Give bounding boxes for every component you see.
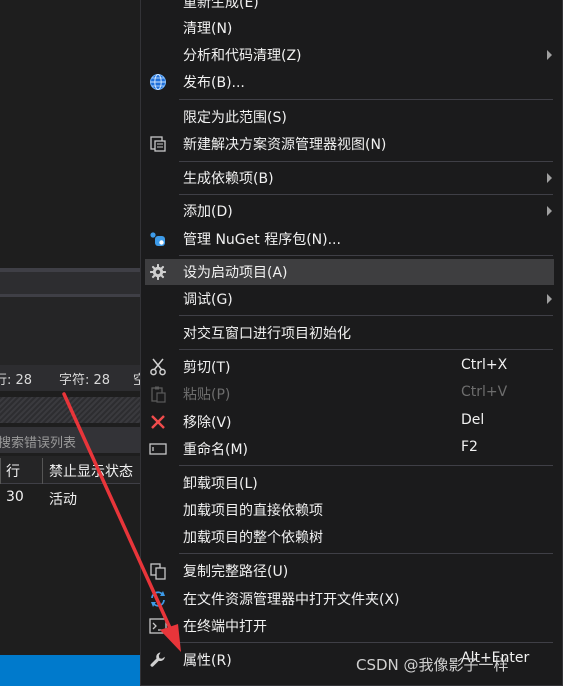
menu-item-label: 生成依赖项(B): [183, 171, 274, 187]
submenu-arrow-icon: [547, 294, 552, 304]
shortcut-label: Del: [461, 412, 485, 428]
status-extra: 空: [133, 373, 140, 388]
menu-item-open-in-explorer[interactable]: 在文件资源管理器中打开文件夹(X): [145, 586, 554, 612]
menu-item-label: 卸载项目(L): [183, 476, 258, 492]
menu-item-label: 管理 NuGet 程序包(N)...: [183, 232, 341, 248]
column-divider[interactable]: [0, 458, 1, 484]
cell-line: 30: [6, 489, 24, 505]
error-list-search-input[interactable]: 搜索错误列表: [0, 427, 140, 453]
column-header-line[interactable]: 行: [6, 461, 20, 481]
shortcut-label: Ctrl+V: [461, 384, 508, 400]
menu-item-label: 重新生成(E): [183, 0, 259, 11]
column-header-suppression[interactable]: 禁止显示状态: [49, 461, 133, 481]
menu-item-remove[interactable]: 移除(V) Del: [145, 409, 554, 435]
shortcut-label: Ctrl+X: [461, 357, 508, 373]
menu-item-label: 移除(V): [183, 415, 232, 431]
menu-separator: [179, 255, 553, 256]
refresh-arrows-icon: [151, 591, 165, 607]
menu-item-debug[interactable]: 调试(G): [145, 286, 554, 312]
menu-item-add[interactable]: 添加(D): [145, 198, 554, 224]
menu-item-label: 调试(G): [183, 292, 233, 308]
menu-item-label: 在文件资源管理器中打开文件夹(X): [183, 592, 400, 608]
menu-item-scope[interactable]: 限定为此范围(S): [145, 104, 554, 130]
menu-item-clean[interactable]: 清理(N): [145, 15, 554, 41]
context-menu: 重新生成(E) 清理(N) 分析和代码清理(Z) 发布(B)... 限定为此范围…: [140, 0, 563, 686]
menu-separator: [179, 161, 553, 162]
globe-icon: [150, 74, 166, 90]
csdn-watermark: CSDN @我像影子一样: [356, 656, 509, 674]
menu-item-set-startup-project[interactable]: 设为启动项目(A): [145, 259, 554, 285]
menu-item-label: 在终端中打开: [183, 619, 267, 635]
menu-item-rename[interactable]: 重命名(M) F2: [145, 436, 554, 462]
menu-item-label: 清理(N): [183, 21, 233, 37]
nuget-icon: [150, 232, 165, 246]
menu-item-label: 剪切(T): [183, 360, 231, 376]
editor-status-bar: 行: 28 字符: 28 空: [0, 365, 140, 391]
menu-item-paste[interactable]: 粘贴(P) Ctrl+V: [145, 381, 554, 407]
menu-item-label: 复制完整路径(U): [183, 564, 289, 580]
menu-item-label: 粘贴(P): [183, 387, 231, 403]
menu-item-label: 属性(R): [183, 653, 232, 669]
menu-item-new-solution-view[interactable]: 新建解决方案资源管理器视图(N): [145, 131, 554, 157]
menu-item-label: 对交互窗口进行项目初始化: [183, 326, 351, 342]
wrench-icon: [150, 652, 165, 667]
scissors-icon: [150, 358, 166, 376]
menu-item-label: 加载项目的整个依赖树: [183, 530, 323, 546]
tool-window-titlebar: [0, 397, 140, 423]
menu-separator: [179, 315, 553, 316]
menu-item-cut[interactable]: 剪切(T) Ctrl+X: [145, 354, 554, 380]
error-list-header: 行 禁止显示状态: [0, 456, 140, 484]
code-editor-area[interactable]: [0, 0, 140, 268]
rename-icon: [149, 443, 167, 455]
gear-icon: [150, 264, 166, 280]
menu-item-manage-nuget[interactable]: 管理 NuGet 程序包(N)...: [145, 226, 554, 252]
menu-separator: [179, 465, 553, 466]
menu-item-label: 添加(D): [183, 204, 233, 220]
solution-view-icon: [150, 136, 166, 152]
menu-item-label: 加载项目的直接依赖项: [183, 503, 323, 519]
menu-item-copy-full-path[interactable]: 复制完整路径(U): [145, 558, 554, 584]
panel-header-band: [0, 272, 140, 294]
output-panel: [0, 297, 140, 365]
menu-item-analyze[interactable]: 分析和代码清理(Z): [145, 42, 554, 68]
cell-suppression: 活动: [49, 492, 77, 508]
menu-separator: [179, 349, 553, 350]
menu-item-unload-project[interactable]: 卸载项目(L): [145, 470, 554, 496]
submenu-arrow-icon: [547, 173, 552, 183]
menu-item-load-dep-tree[interactable]: 加载项目的整个依赖树: [145, 524, 554, 550]
menu-item-init-interactive[interactable]: 对交互窗口进行项目初始化: [145, 320, 554, 346]
red-x-icon: [151, 415, 165, 429]
menu-separator: [179, 194, 553, 195]
menu-item-label: 分析和代码清理(Z): [183, 48, 302, 64]
submenu-arrow-icon: [547, 206, 552, 216]
menu-separator: [179, 553, 553, 554]
menu-item-label: 设为启动项目(A): [183, 265, 288, 281]
menu-item-open-in-terminal[interactable]: 在终端中打开: [145, 613, 554, 639]
menu-item-label: 限定为此范围(S): [183, 110, 287, 126]
char-indicator: 字符: 28: [59, 373, 111, 388]
shortcut-label: F2: [461, 439, 478, 455]
menu-item-label: 发布(B)...: [183, 75, 245, 91]
submenu-arrow-icon: [547, 50, 552, 60]
table-row[interactable]: 30 活动: [0, 484, 140, 512]
menu-item-rebuild[interactable]: 重新生成(E): [145, 0, 554, 15]
menu-item-load-direct-deps[interactable]: 加载项目的直接依赖项: [145, 497, 554, 523]
menu-item-build-dependencies[interactable]: 生成依赖项(B): [145, 165, 554, 191]
menu-item-label: 重命名(M): [183, 442, 249, 458]
line-indicator: 行: 28: [0, 373, 33, 388]
menu-separator: [179, 642, 553, 643]
column-divider[interactable]: [42, 458, 43, 484]
error-list-body: [0, 512, 140, 655]
menu-separator: [179, 99, 553, 100]
clipboard-icon: [151, 386, 166, 403]
menu-item-label: 新建解决方案资源管理器视图(N): [183, 137, 387, 153]
terminal-icon: [149, 618, 167, 634]
copy-icon: [150, 563, 166, 580]
menu-item-publish[interactable]: 发布(B)...: [145, 69, 554, 95]
